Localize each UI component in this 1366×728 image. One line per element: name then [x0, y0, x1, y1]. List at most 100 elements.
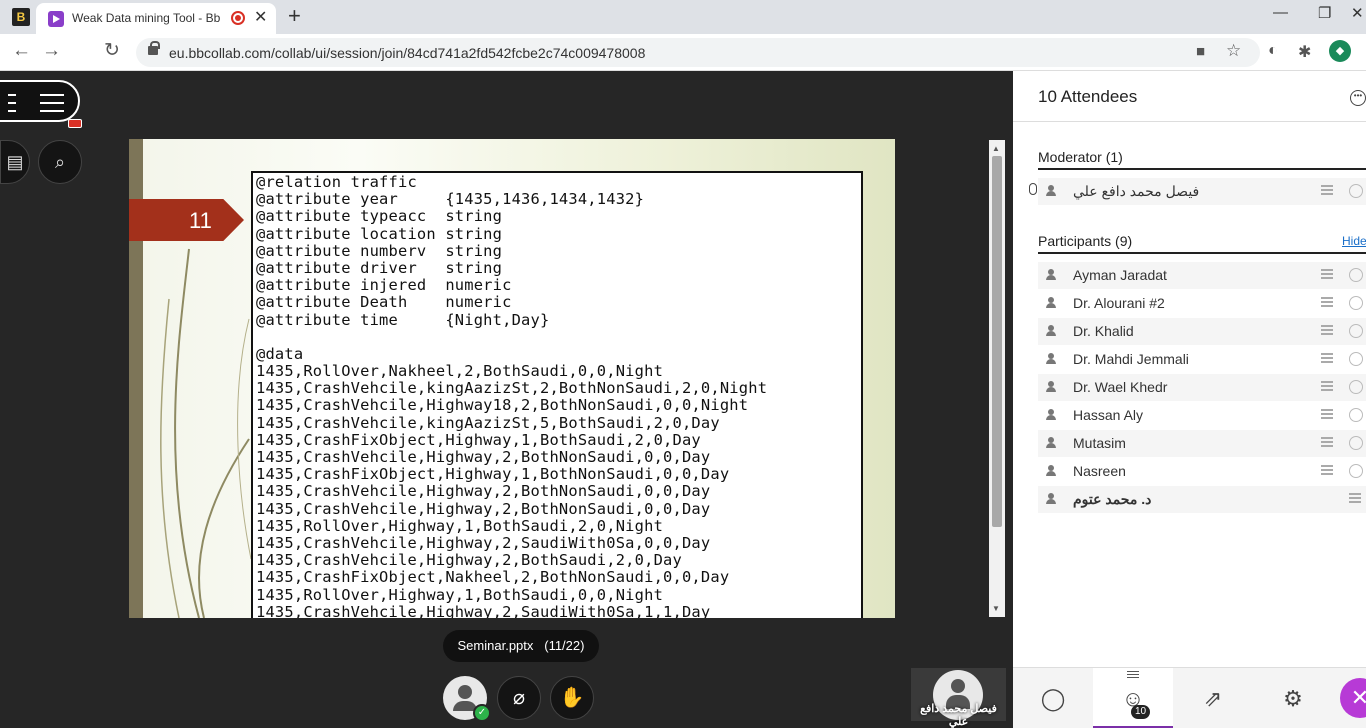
bookmark-star-icon[interactable]: ☆: [1226, 41, 1241, 61]
participant-name: Nasreen: [1073, 463, 1126, 479]
my-status-button[interactable]: ✓: [443, 676, 491, 722]
row-more-icon[interactable]: [1349, 408, 1363, 422]
puzzle-extensions-icon[interactable]: ✱: [1298, 42, 1311, 62]
new-tab-button[interactable]: +: [288, 3, 301, 29]
code-line: 1435,CrashVehcile,Highway18,2,BothNonSau…: [256, 396, 749, 415]
hand-icon: ✋: [559, 687, 585, 709]
row-more-icon[interactable]: [1349, 352, 1363, 366]
code-line: 1435,CrashVehcile,kingAazizSt,2,BothNonS…: [256, 379, 768, 398]
zoom-search-icon[interactable]: ⌕: [38, 140, 82, 184]
participant-row[interactable]: Ayman Jaradat: [1038, 262, 1366, 289]
code-line: @attribute year {1435,1436,1434,1432}: [256, 190, 645, 209]
window-close-button[interactable]: ✕: [1351, 4, 1364, 22]
person-icon: [1046, 325, 1056, 337]
share-content-button[interactable]: ⇗: [1173, 668, 1253, 728]
hide-participants-link[interactable]: Hide: [1342, 234, 1366, 248]
camera-icon[interactable]: ■: [1196, 43, 1205, 60]
attendees-button[interactable]: ☺ 10: [1093, 668, 1173, 728]
raise-hand-button[interactable]: ✋: [550, 676, 594, 720]
code-line: @relation traffic: [256, 173, 417, 191]
code-line: 1435,CrashVehcile,Highway,2,SaudiWith0Sa…: [256, 533, 711, 552]
moderator-divider: [1038, 168, 1366, 170]
minimize-button[interactable]: —: [1273, 4, 1288, 21]
row-list-icon[interactable]: [1349, 493, 1361, 505]
mic-muted-button[interactable]: ⌀: [497, 676, 541, 720]
settings-button[interactable]: ⚙: [1253, 668, 1333, 728]
restore-button[interactable]: ❐: [1318, 4, 1331, 22]
row-list-icon[interactable]: [1321, 297, 1333, 309]
back-arrow-icon[interactable]: ←: [12, 40, 31, 62]
code-line: 1435,CrashVehcile,Highway,2,SaudiWith0Sa…: [256, 602, 711, 618]
attendee-count-badge: 10: [1131, 705, 1151, 719]
participant-row[interactable]: د. محمد عتوم: [1038, 486, 1366, 513]
close-icon: ✕: [1350, 685, 1366, 710]
row-list-icon[interactable]: [1321, 269, 1333, 281]
row-more-icon[interactable]: [1349, 324, 1363, 338]
scroll-up-icon[interactable]: ▲: [992, 144, 1000, 153]
close-panel-button[interactable]: ✕: [1340, 678, 1366, 718]
gear-icon: ⚙: [1283, 686, 1303, 711]
moderator-row[interactable]: فيصل محمد دافع علي: [1029, 178, 1366, 205]
self-name-label: فيصل محمد دافع علي: [920, 703, 997, 728]
participant-row[interactable]: Dr. Alourani #2: [1038, 290, 1366, 317]
code-line: @attribute location string: [256, 224, 503, 243]
page-indicator: (11/22): [544, 638, 585, 653]
reload-icon[interactable]: ↻: [104, 39, 120, 62]
row-list-icon[interactable]: [1321, 185, 1333, 197]
self-video-tile[interactable]: فيصل محمد دافع علي: [911, 668, 1006, 728]
participant-name: Dr. Mahdi Jemmali: [1073, 351, 1189, 367]
url-text[interactable]: eu.bbcollab.com/collab/ui/session/join/8…: [169, 45, 645, 61]
microphone-icon: [1029, 183, 1037, 195]
recording-badge-icon: [68, 119, 82, 128]
row-more-icon[interactable]: [1349, 184, 1363, 198]
code-line: 1435,RollOver,Nakheel,2,BothSaudi,0,0,Ni…: [256, 362, 664, 381]
participant-name: Dr. Wael Khedr: [1073, 379, 1168, 395]
moderator-section-title: Moderator (1): [1038, 149, 1123, 165]
slide-number: 11: [189, 208, 212, 233]
attendees-title: 10 Attendees: [1038, 87, 1138, 106]
participant-name: Dr. Alourani #2: [1073, 295, 1165, 311]
scroll-down-icon[interactable]: ▼: [992, 604, 1000, 613]
participant-row[interactable]: Dr. Mahdi Jemmali: [1038, 346, 1366, 373]
pinned-tab[interactable]: B: [12, 8, 30, 26]
forward-arrow-icon[interactable]: →: [42, 40, 61, 62]
row-list-icon[interactable]: [1321, 465, 1333, 477]
row-more-icon[interactable]: [1349, 268, 1363, 282]
panel-footer: ◯ ☺ 10 ⇗ ⚙ ✕: [1013, 667, 1366, 728]
participant-row[interactable]: Mutasim: [1038, 430, 1366, 457]
participant-row[interactable]: Hassan Aly: [1038, 402, 1366, 429]
row-more-icon[interactable]: [1349, 464, 1363, 478]
extension-icon[interactable]: ◐: [1268, 42, 1278, 60]
file-name: Seminar.pptx: [457, 638, 534, 653]
collaborate-favicon-icon: [48, 11, 64, 27]
row-list-icon[interactable]: [1321, 381, 1333, 393]
scroll-thumb[interactable]: [992, 156, 1002, 527]
slide-scrollbar[interactable]: ▲ ▼: [989, 140, 1005, 617]
panel-more-options-icon[interactable]: •••: [1350, 90, 1366, 106]
row-more-icon[interactable]: [1349, 296, 1363, 310]
profile-avatar[interactable]: ◆: [1329, 40, 1351, 62]
notes-icon[interactable]: ▤: [0, 140, 30, 184]
row-list-icon[interactable]: [1321, 353, 1333, 365]
tab-close-icon[interactable]: ✕: [254, 7, 267, 27]
chat-button[interactable]: ◯: [1013, 668, 1093, 728]
participant-row[interactable]: Dr. Khalid: [1038, 318, 1366, 345]
participant-row[interactable]: Dr. Wael Khedr: [1038, 374, 1366, 401]
participants-divider: [1038, 252, 1366, 254]
code-line: @attribute Death numeric: [256, 293, 512, 312]
menu-left-lines-icon: [8, 94, 16, 118]
participant-row[interactable]: Nasreen: [1038, 458, 1366, 485]
address-bar[interactable]: eu.bbcollab.com/collab/ui/session/join/8…: [136, 38, 1260, 67]
code-line: @attribute typeacc string: [256, 207, 503, 226]
self-avatar-head: [951, 679, 965, 693]
avatar-head: [458, 685, 472, 699]
row-list-icon[interactable]: [1321, 437, 1333, 449]
row-list-icon[interactable]: [1321, 325, 1333, 337]
row-more-icon[interactable]: [1349, 380, 1363, 394]
session-menu-button[interactable]: [0, 80, 82, 128]
active-tab[interactable]: Weak Data mining Tool - Bb ✕: [36, 3, 276, 34]
person-icon: [1046, 409, 1056, 421]
row-more-icon[interactable]: [1349, 436, 1363, 450]
row-list-icon[interactable]: [1321, 409, 1333, 421]
participant-name: Mutasim: [1073, 435, 1126, 451]
